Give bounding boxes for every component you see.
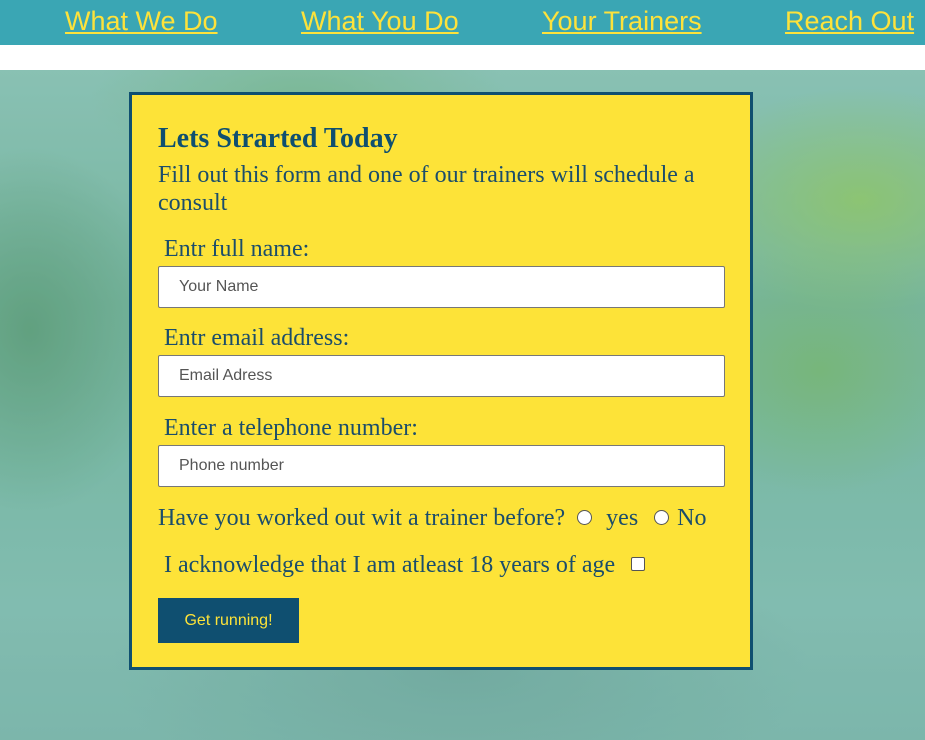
phone-input[interactable] xyxy=(158,445,725,487)
age-ack-row: I acknowledge that I am atleast 18 years… xyxy=(164,552,646,579)
name-label: Entr full name: xyxy=(164,236,310,262)
form-subtitle: Fill out this form and one of our traine… xyxy=(158,162,695,216)
get-running-button[interactable]: Get running! xyxy=(158,598,299,643)
email-label: Entr email address: xyxy=(164,325,350,351)
nav-link-what-you-do[interactable]: What You Do xyxy=(301,6,459,37)
nav-link-what-we-do[interactable]: What We Do xyxy=(65,6,218,37)
trainer-question-text: Have you worked out wit a trainer before… xyxy=(158,505,566,531)
nav-link-your-trainers[interactable]: Your Trainers xyxy=(542,6,702,37)
trainer-question-row: Have you worked out wit a trainer before… xyxy=(158,505,707,532)
radio-no-label: No xyxy=(677,505,707,531)
radio-yes[interactable] xyxy=(577,509,593,525)
name-input[interactable] xyxy=(158,266,725,308)
form-title: Lets Strarted Today xyxy=(158,123,398,154)
phone-label: Enter a telephone number: xyxy=(164,415,418,441)
age-ack-checkbox[interactable] xyxy=(631,557,646,572)
consult-form-card: Lets Strarted Today Fill out this form a… xyxy=(129,92,753,670)
radio-yes-label: yes xyxy=(606,505,639,531)
radio-no[interactable] xyxy=(654,509,670,525)
age-ack-text: I acknowledge that I am atleast 18 years… xyxy=(164,552,616,578)
top-navigation: What We Do What You Do Your Trainers Rea… xyxy=(0,0,925,45)
nav-link-reach-out[interactable]: Reach Out xyxy=(785,6,914,37)
email-input[interactable] xyxy=(158,355,725,397)
